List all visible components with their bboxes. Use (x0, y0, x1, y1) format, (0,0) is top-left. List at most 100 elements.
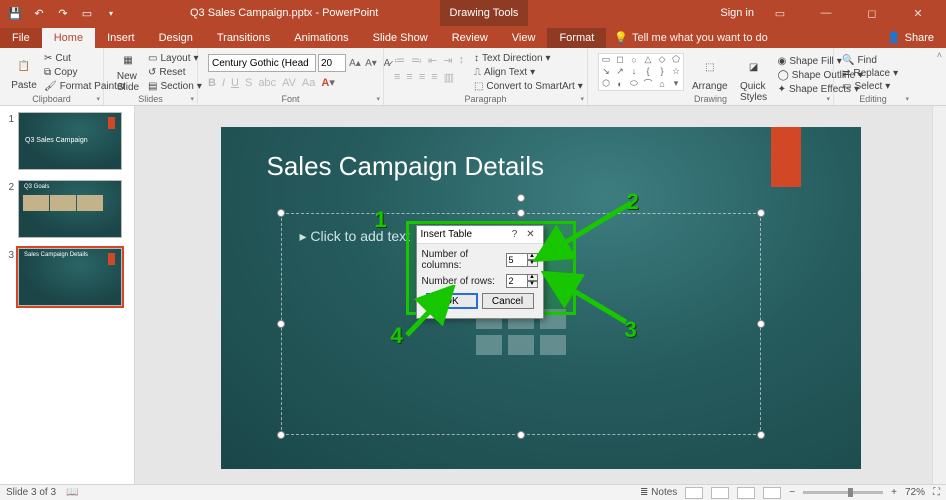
notes-button[interactable]: ≣ Notes (640, 487, 677, 498)
font-name-input[interactable] (208, 54, 316, 72)
slide-canvas[interactable]: Sales Campaign Details ▸ Click to add te… (221, 127, 861, 469)
tab-format[interactable]: Format (547, 28, 606, 48)
slide-count-label[interactable]: Slide 3 of 3 (6, 487, 56, 498)
numbering-icon[interactable]: ≕ (411, 54, 422, 67)
ribbon-display-options-icon[interactable]: ▭ (760, 0, 800, 26)
tab-slideshow[interactable]: Slide Show (361, 28, 440, 48)
columns-icon[interactable]: ▥ (444, 71, 454, 84)
thumbnail-item[interactable]: 3 Sales Campaign Details (2, 248, 128, 306)
font-size-input[interactable] (318, 54, 346, 72)
resize-handle[interactable] (277, 320, 285, 328)
paste-button[interactable]: 📋 Paste (6, 50, 42, 93)
char-spacing-icon[interactable]: AV (282, 77, 296, 89)
decrease-font-icon[interactable]: A▾ (364, 56, 378, 70)
tab-insert[interactable]: Insert (95, 28, 147, 48)
thumbnail-slide-1[interactable]: Q3 Sales Campaign (18, 112, 122, 170)
cancel-button[interactable]: Cancel (482, 293, 534, 309)
resize-handle[interactable] (757, 431, 765, 439)
undo-icon[interactable]: ↶ (32, 6, 46, 20)
spin-down-icon[interactable]: ▼ (528, 281, 538, 288)
rows-input[interactable] (506, 274, 528, 288)
vertical-scrollbar[interactable] (932, 106, 946, 484)
resize-handle[interactable] (757, 209, 765, 217)
zoom-out-icon[interactable]: − (789, 487, 795, 498)
arrange-button[interactable]: ⬚ Arrange (688, 53, 732, 92)
close-icon[interactable]: ✕ (898, 0, 938, 26)
qat-more-icon[interactable]: ▾ (104, 6, 118, 20)
zoom-in-icon[interactable]: + (891, 487, 897, 498)
font-color-icon[interactable]: A▾ (321, 76, 334, 89)
thumbnail-item[interactable]: 2 Q3 Goals (2, 180, 128, 238)
layout-button[interactable]: ▭ Layout ▾ (148, 52, 202, 65)
rows-spinner[interactable]: ▲▼ (506, 274, 538, 288)
section-button[interactable]: ▤ Section ▾ (148, 80, 202, 93)
thumbnail-slide-2[interactable]: Q3 Goals (18, 180, 122, 238)
tab-transitions[interactable]: Transitions (205, 28, 282, 48)
text-direction-button[interactable]: ↕ Text Direction ▾ (474, 52, 583, 65)
zoom-level-label[interactable]: 72% (905, 487, 925, 498)
insert-pictures-icon[interactable] (476, 335, 502, 355)
thumbnail-item[interactable]: 1 Q3 Sales Campaign (2, 112, 128, 170)
resize-handle[interactable] (517, 431, 525, 439)
tab-view[interactable]: View (500, 28, 548, 48)
rotate-handle[interactable] (517, 194, 525, 202)
insert-online-pictures-icon[interactable] (508, 335, 534, 355)
normal-view-icon[interactable] (685, 487, 703, 499)
align-text-button[interactable]: ⎍ Align Text ▾ (474, 66, 583, 79)
resize-handle[interactable] (277, 431, 285, 439)
minimize-icon[interactable]: — (806, 0, 846, 26)
bullets-icon[interactable]: ≔ (394, 54, 405, 67)
decrease-indent-icon[interactable]: ⇤ (428, 54, 437, 67)
resize-handle[interactable] (517, 209, 525, 217)
columns-input[interactable] (506, 253, 528, 267)
underline-icon[interactable]: U (231, 77, 239, 89)
start-from-beginning-icon[interactable]: ▭ (80, 6, 94, 20)
align-right-icon[interactable]: ≡ (419, 71, 425, 84)
resize-handle[interactable] (757, 320, 765, 328)
thumbnail-slide-3[interactable]: Sales Campaign Details (18, 248, 122, 306)
align-center-icon[interactable]: ≡ (406, 71, 412, 84)
columns-spinner[interactable]: ▲▼ (506, 253, 538, 267)
italic-icon[interactable]: I (222, 77, 225, 89)
increase-indent-icon[interactable]: ⇥ (443, 54, 452, 67)
strikethrough-icon[interactable]: abc (258, 77, 276, 89)
bold-icon[interactable]: B (208, 77, 216, 89)
sign-in-link[interactable]: Sign in (720, 7, 754, 19)
maximize-icon[interactable]: ◻ (852, 0, 892, 26)
share-button[interactable]: 👤 Share (875, 27, 946, 48)
increase-font-icon[interactable]: A▴ (348, 56, 362, 70)
insert-video-icon[interactable] (540, 335, 566, 355)
change-case-icon[interactable]: Aa (302, 77, 315, 89)
line-spacing-icon[interactable]: ↕ (458, 54, 464, 67)
fit-to-window-icon[interactable]: ⛶ (933, 487, 940, 498)
dialog-help-icon[interactable]: ? (507, 229, 523, 240)
shadow-icon[interactable]: S (245, 77, 252, 89)
save-icon[interactable]: 💾 (8, 6, 22, 20)
smartart-button[interactable]: ⬚ Convert to SmartArt ▾ (474, 80, 583, 93)
tab-design[interactable]: Design (147, 28, 205, 48)
dialog-close-icon[interactable]: ✕ (523, 229, 539, 240)
resize-handle[interactable] (277, 209, 285, 217)
redo-icon[interactable]: ↷ (56, 6, 70, 20)
reset-button[interactable]: ↺ Reset (148, 66, 202, 79)
tab-file[interactable]: File (0, 28, 42, 48)
slide-sorter-view-icon[interactable] (711, 487, 729, 499)
find-button[interactable]: 🔍 Find (842, 54, 898, 66)
collapse-ribbon-icon[interactable]: ˄ (937, 50, 942, 60)
tab-animations[interactable]: Animations (282, 28, 360, 48)
slideshow-view-icon[interactable] (763, 487, 781, 499)
reading-view-icon[interactable] (737, 487, 755, 499)
dialog-titlebar[interactable]: Insert Table ? ✕ (417, 226, 543, 244)
tab-review[interactable]: Review (440, 28, 500, 48)
zoom-slider[interactable] (803, 491, 883, 494)
new-slide-button[interactable]: ▦ New Slide (110, 50, 146, 93)
spin-up-icon[interactable]: ▲ (528, 274, 538, 281)
select-button[interactable]: ▭ Select ▾ (842, 81, 898, 93)
spin-up-icon[interactable]: ▲ (528, 253, 538, 260)
justify-icon[interactable]: ≡ (431, 71, 437, 84)
tell-me-box[interactable]: 💡 Tell me what you want to do (606, 27, 775, 48)
tab-home[interactable]: Home (42, 28, 95, 48)
shapes-gallery[interactable]: ▭◻○△◇⬠ ↘↗↓{}☆ ⬡◐⬭⌒⌂▾ (598, 53, 684, 91)
slide-title-text[interactable]: Sales Campaign Details (267, 151, 544, 182)
align-left-icon[interactable]: ≡ (394, 71, 400, 84)
